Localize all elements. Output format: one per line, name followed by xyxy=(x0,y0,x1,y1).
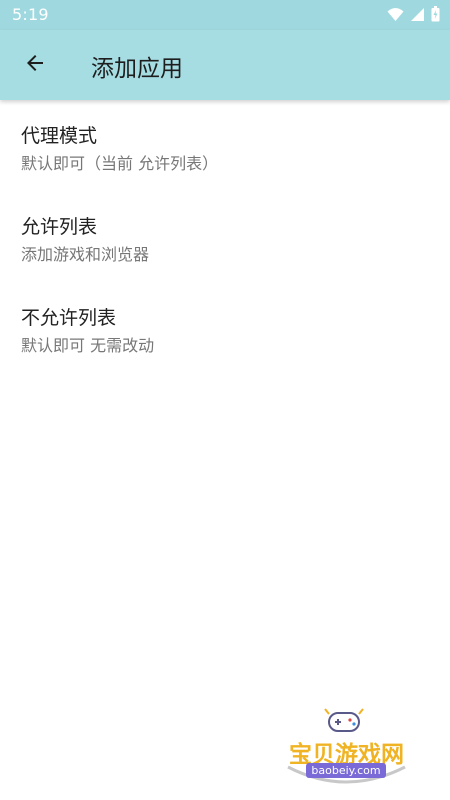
setting-title: 不允许列表 xyxy=(21,307,117,329)
setting-title: 代理模式 xyxy=(21,125,98,147)
setting-summary: 默认即可 无需改动 xyxy=(21,336,155,355)
battery-icon xyxy=(431,6,440,26)
setting-title: 允许列表 xyxy=(21,216,98,238)
setting-summary: 添加游戏和浏览器 xyxy=(21,245,150,264)
gamepad-icon xyxy=(319,705,369,737)
setting-proxy-mode[interactable]: 代理模式 默认即可（当前 允许列表） xyxy=(0,100,450,191)
watermark: 宝贝游戏网 baobeiy.com xyxy=(274,705,419,795)
setting-summary: 默认即可（当前 允许列表） xyxy=(21,154,219,173)
setting-allow-list[interactable]: 允许列表 添加游戏和浏览器 xyxy=(0,191,450,282)
watermark-url-wrap: baobeiy.com xyxy=(284,763,409,791)
status-bar: 5:19 xyxy=(0,0,450,30)
status-icons xyxy=(387,6,440,26)
app-bar: 添加应用 xyxy=(0,30,450,100)
arrow-left-icon xyxy=(23,51,47,79)
page-title: 添加应用 xyxy=(91,56,183,82)
watermark-url: baobeiy.com xyxy=(306,763,386,778)
back-button[interactable] xyxy=(14,44,56,86)
wifi-icon xyxy=(387,7,404,26)
status-time: 5:19 xyxy=(12,5,49,24)
setting-disallow-list[interactable]: 不允许列表 默认即可 无需改动 xyxy=(0,282,450,373)
settings-list: 代理模式 默认即可（当前 允许列表） 允许列表 添加游戏和浏览器 不允许列表 默… xyxy=(0,100,450,373)
screen: 5:19 添加应用 代理模式 默认即可（当前 允许列表） 允许列表 添加游戏和浏… xyxy=(0,0,450,800)
cell-signal-icon xyxy=(410,7,425,26)
